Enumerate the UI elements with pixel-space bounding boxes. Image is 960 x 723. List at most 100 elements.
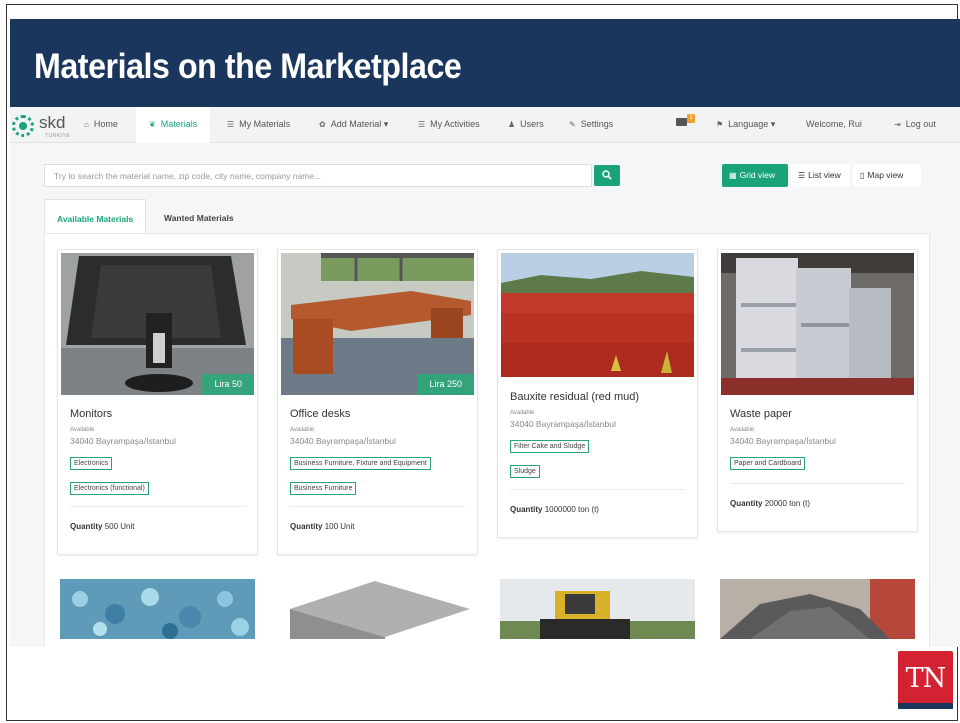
nav-language[interactable]: ⚑ Language ▾ [716, 107, 775, 143]
quantity: Quantity 20000 ton (t) [730, 499, 810, 508]
nav-users[interactable]: ♟ Users [508, 107, 544, 143]
material-name: Bauxite residual (red mud) [510, 391, 640, 403]
wrench-icon: ✎ [569, 120, 576, 129]
grid-view-button[interactable]: ▦ Grid view [722, 164, 788, 187]
tn-logo: TN [898, 651, 953, 709]
quantity: Quantity 1000000 ton (t) [510, 505, 599, 514]
search-input[interactable]: Try to search the material name, zip cod… [44, 164, 592, 187]
logo-text: skd [39, 113, 66, 132]
address: 34040 Bayrampaşa/İstanbul [730, 436, 836, 446]
tab-wanted-materials[interactable]: Wanted Materials [152, 199, 246, 234]
tab-available-materials[interactable]: Available Materials [44, 199, 147, 234]
price-badge: Lira 250 [417, 374, 474, 395]
view-label: Grid view [739, 170, 775, 180]
nav-settings[interactable]: ✎ Settings [569, 107, 613, 143]
category-tag[interactable]: Electronics (functional) [70, 482, 149, 495]
divider [510, 489, 685, 490]
quantity-label: Quantity [290, 522, 323, 531]
view-label: Map view [867, 170, 904, 180]
material-card-plastic[interactable] [60, 579, 255, 639]
material-name: Waste paper [730, 408, 792, 420]
address: 34040 Bayrampaşa/İstanbul [290, 436, 396, 446]
material-card-panel[interactable] [280, 579, 475, 639]
quantity-value: 100 Unit [324, 522, 355, 531]
material-card-bauxite[interactable]: Bauxite residual (red mud) Available 340… [497, 249, 698, 538]
availability: Available [70, 427, 95, 433]
availability: Available [730, 427, 755, 433]
list-icon: ☰ [418, 120, 426, 129]
nav-welcome[interactable]: Welcome, Rui [806, 107, 862, 143]
nav-label: Users [520, 119, 544, 129]
nav-label: My Activities [430, 119, 480, 129]
slide-title: Materials on the Marketplace [34, 47, 462, 86]
map-view-button[interactable]: ▯ Map view [853, 164, 921, 187]
material-card-ash[interactable] [720, 579, 915, 639]
divider [290, 506, 465, 507]
plastic-bottles-photo [60, 579, 255, 639]
quantity-label: Quantity [730, 499, 763, 508]
category-tag[interactable]: Filter Cake and Sludge [510, 440, 590, 453]
material-image [721, 253, 914, 395]
quantity: Quantity 500 Unit [70, 522, 134, 531]
ash-pile-photo [720, 579, 915, 639]
main-content: Try to search the material name, zip cod… [40, 143, 940, 647]
quantity-label: Quantity [70, 522, 103, 531]
material-card-loader[interactable] [500, 579, 695, 639]
app-screenshot: skd TURKIYE ⌂ Home ❦ Materials ☰ My Materia… [10, 107, 960, 647]
quantity-value: 20000 ton (t) [764, 499, 811, 508]
category-tag[interactable]: Sludge [510, 465, 540, 478]
address: 34040 Bayrampaşa/İstanbul [70, 436, 176, 446]
skd-logo[interactable]: skd TURKIYE [12, 113, 72, 139]
materials-grid: Lira 50 Monitors Available 34040 Bayramp… [44, 233, 930, 647]
home-icon: ⌂ [84, 120, 89, 129]
navbar: skd TURKIYE ⌂ Home ❦ Materials ☰ My Materia… [10, 107, 960, 143]
leaf-icon: ❦ [149, 120, 156, 129]
material-card-waste-paper[interactable]: Waste paper Available 34040 Bayrampaşa/İ… [717, 249, 918, 532]
quantity-value: 1000000 ton (t) [544, 505, 599, 514]
logo-ring-icon [12, 115, 34, 137]
nav-label: Add Material ▾ [330, 119, 389, 129]
nav-my-materials[interactable]: ☰ My Materials [227, 107, 290, 143]
nav-materials[interactable]: ❦ Materials [136, 107, 211, 143]
quantity-value: 500 Unit [104, 522, 135, 531]
search-icon [602, 170, 612, 180]
grid-icon: ▦ [729, 171, 737, 180]
nav-home[interactable]: ⌂ Home [84, 107, 118, 143]
search-button[interactable] [594, 165, 620, 186]
material-name: Office desks [290, 408, 351, 420]
availability: Available [510, 410, 535, 416]
divider [730, 483, 905, 484]
nav-label: Log out [905, 119, 936, 129]
user-icon: ♟ [508, 120, 516, 129]
nav-my-activities[interactable]: ☰ My Activities [418, 107, 480, 143]
nav-label: My Materials [239, 119, 291, 129]
category-tag[interactable]: Business Furniture, Fixture and Equipmen… [290, 457, 431, 470]
tn-logo-bar [898, 703, 953, 709]
availability: Available [290, 427, 315, 433]
nav-add-material[interactable]: ✿ Add Material ▾ [319, 107, 388, 143]
material-card-office-desks[interactable]: Lira 250 Office desks Available 34040 Ba… [277, 249, 478, 555]
address: 34040 Bayrampaşa/İstanbul [510, 419, 616, 429]
view-label: List view [808, 170, 841, 180]
quantity: Quantity 100 Unit [290, 522, 354, 531]
material-card-monitors[interactable]: Lira 50 Monitors Available 34040 Bayramp… [57, 249, 258, 555]
mail-icon[interactable] [676, 118, 687, 126]
logo-subtext: TURKIYE [45, 133, 71, 139]
red-mud-photo [501, 253, 694, 377]
quantity-label: Quantity [510, 505, 543, 514]
material-name: Monitors [70, 408, 113, 420]
panel-photo [280, 579, 475, 639]
nav-logout[interactable]: ⇥ Log out [894, 107, 936, 143]
material-image: Lira 50 [61, 253, 254, 395]
material-image: Lira 250 [281, 253, 474, 395]
divider [70, 506, 245, 507]
flag-icon: ⚑ [716, 120, 724, 129]
list-icon: ☰ [798, 171, 806, 180]
loader-photo [500, 579, 695, 639]
category-tag[interactable]: Electronics [70, 457, 113, 470]
list-view-button[interactable]: ☰ List view [791, 164, 850, 187]
map-icon: ▯ [860, 171, 865, 180]
logout-icon: ⇥ [894, 120, 901, 129]
category-tag[interactable]: Business Furniture [290, 482, 357, 495]
category-tag[interactable]: Paper and Cardboard [730, 457, 806, 470]
